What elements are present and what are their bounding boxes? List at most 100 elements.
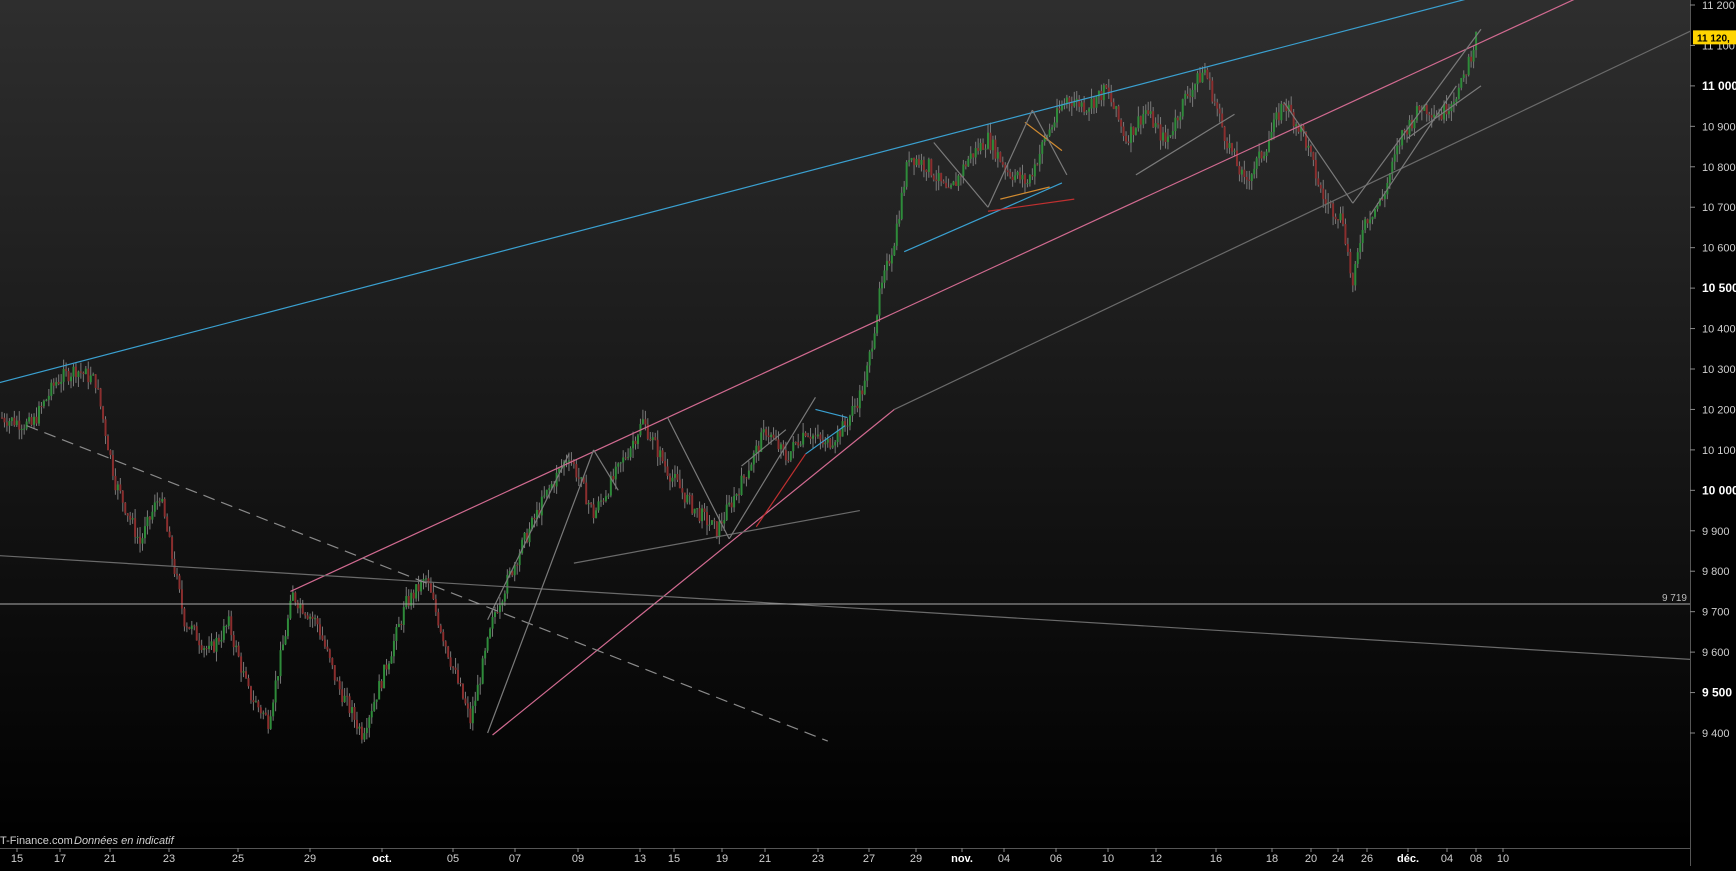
candle-down: [183, 608, 186, 627]
candle-up: [881, 282, 884, 289]
candle-down: [1324, 199, 1327, 205]
candle-down: [1112, 102, 1115, 109]
candle-down: [1058, 108, 1061, 111]
candle-up: [1467, 56, 1470, 76]
candle-up: [25, 421, 28, 429]
y-tick-label: 9 900: [1702, 526, 1730, 538]
credit-note: Données en indicatif: [74, 835, 175, 847]
candle-down: [240, 656, 243, 673]
candle-down: [1317, 178, 1320, 185]
candle-down: [249, 686, 252, 701]
candle-down: [807, 436, 810, 438]
candle-up: [1307, 145, 1310, 148]
candle-up: [1460, 77, 1463, 88]
candle-up: [279, 650, 282, 677]
candle-down: [681, 488, 684, 493]
candle-down: [126, 513, 129, 516]
candle-up: [1374, 209, 1377, 217]
candle-up: [33, 416, 36, 425]
candle-up: [60, 381, 63, 384]
candle-down: [1332, 203, 1335, 217]
candle-down: [888, 260, 891, 264]
candle-down: [1157, 123, 1160, 125]
candle-down: [703, 508, 706, 513]
candle-down: [331, 658, 334, 666]
candle-down: [1231, 143, 1234, 152]
candle-down: [1147, 110, 1150, 115]
candle-down: [311, 616, 314, 619]
x-tick-label: 20: [1305, 853, 1317, 865]
candle-up: [595, 510, 598, 519]
candle-up: [151, 511, 154, 520]
candle-up: [1181, 99, 1184, 117]
candle-down: [1314, 159, 1317, 179]
candle-up: [629, 448, 632, 458]
x-tick-label: 15: [668, 853, 680, 865]
candle-down: [577, 477, 580, 479]
candle-down: [1186, 93, 1189, 97]
candle-down: [797, 442, 800, 446]
candle-down: [1218, 108, 1221, 114]
candle-down: [168, 531, 171, 538]
candle-down: [30, 417, 33, 425]
candle-down: [999, 152, 1002, 162]
candle-up: [723, 520, 726, 524]
candle-down: [612, 476, 615, 480]
y-tick-label: 10 300: [1702, 364, 1736, 376]
candle-down: [1001, 161, 1004, 165]
candle-down: [765, 429, 768, 436]
candle-up: [937, 173, 940, 181]
candle-down: [205, 648, 208, 650]
candle-down: [1221, 113, 1224, 127]
candle-down: [777, 439, 780, 450]
candle-down: [1248, 179, 1251, 181]
candle-down: [661, 450, 664, 462]
candle-up: [627, 457, 630, 459]
candle-down: [316, 618, 319, 625]
candle-down: [1243, 169, 1246, 177]
candle-up: [375, 699, 378, 702]
candle-down: [698, 508, 701, 522]
candle-up: [153, 502, 156, 512]
candle-down: [195, 626, 198, 641]
candle-up: [898, 218, 901, 224]
candle-up: [604, 496, 607, 502]
candle-up: [383, 664, 386, 689]
candle-up: [910, 157, 913, 161]
candle-down: [602, 500, 605, 502]
candle-up: [405, 596, 408, 608]
candle-up: [905, 162, 908, 187]
candle-down: [814, 435, 817, 437]
candle-up: [402, 607, 405, 625]
candle-up: [622, 457, 625, 463]
candle-down: [1346, 244, 1349, 252]
x-tick-label: 23: [163, 853, 175, 865]
candle-down: [730, 502, 733, 508]
candle-down: [683, 492, 686, 503]
candle-down: [925, 170, 928, 173]
y-tick-label: 10 600: [1702, 243, 1736, 255]
x-tick-label: 23: [812, 853, 824, 865]
candle-up: [792, 442, 795, 452]
candle-down: [353, 707, 356, 720]
candle-up: [476, 684, 479, 701]
candle-up: [45, 399, 48, 401]
candle-up: [866, 365, 869, 381]
candle-down: [232, 635, 235, 648]
y-tick-label: 9 600: [1702, 647, 1730, 659]
candle-up: [1369, 219, 1372, 224]
candle-up: [1455, 98, 1458, 103]
candle-down: [982, 142, 985, 150]
candle-down: [466, 703, 469, 709]
candle-down: [1292, 112, 1295, 127]
candle-down: [634, 440, 637, 445]
candle-up: [503, 593, 506, 602]
candle-up: [392, 640, 395, 657]
candle-up: [388, 663, 391, 670]
candle-up: [868, 351, 871, 366]
candle-down: [930, 159, 933, 176]
candle-down: [74, 366, 77, 377]
candle-down: [1465, 74, 1468, 76]
candle-up: [673, 473, 676, 478]
candle-down: [188, 627, 191, 629]
